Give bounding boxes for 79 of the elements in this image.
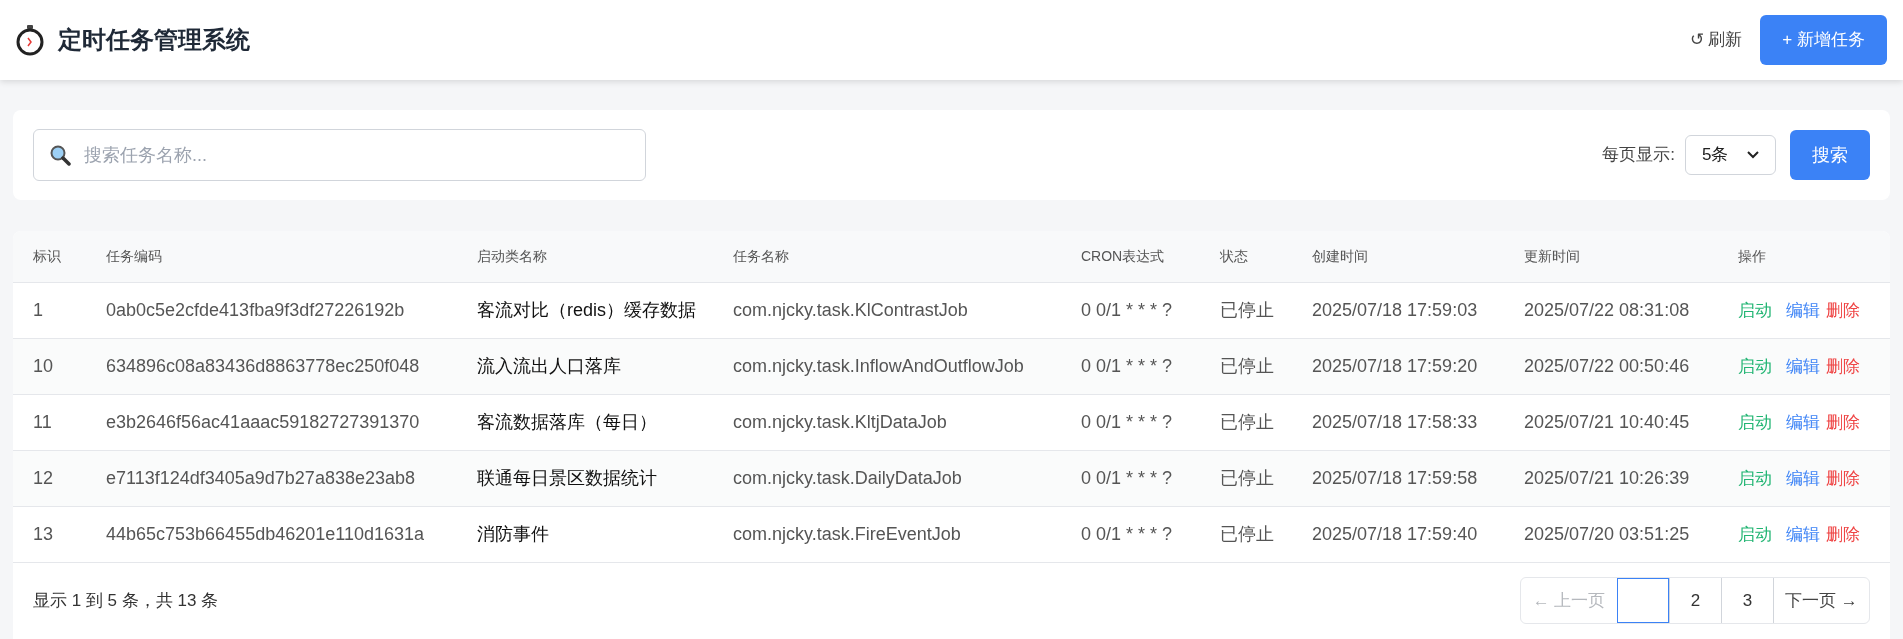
delete-link[interactable]: 删除	[1826, 521, 1860, 548]
table-cell-text: 2025/07/18 17:59:20	[1312, 355, 1479, 378]
table-cell-text: 0 0/1 * * * ?	[1081, 467, 1174, 490]
edit-link[interactable]: 编辑	[1786, 297, 1820, 324]
edit-link[interactable]: 编辑	[1786, 521, 1820, 548]
add-task-button[interactable]: + 新增任务	[1760, 15, 1887, 65]
edit-link[interactable]: 编辑	[1786, 353, 1820, 380]
column-header: 启动类名称	[477, 247, 548, 266]
table-cell-text: 客流对比（redis）缓存数据	[477, 299, 697, 322]
page-button[interactable]: 2	[1669, 578, 1721, 623]
column-header: 任务名称	[733, 247, 790, 266]
column-header: 任务编码	[106, 247, 163, 266]
delete-link[interactable]: 删除	[1826, 465, 1860, 492]
search-button[interactable]: 搜索	[1790, 130, 1870, 180]
table-cell-text: com.njcky.task.DailyDataJob	[733, 467, 963, 490]
table-cell-text: 44b65c753b66455db46201e110d1631a	[106, 523, 425, 546]
pagination-summary: 显示 1 到 5 条，共 13 条	[33, 589, 219, 612]
delete-link[interactable]: 删除	[1826, 353, 1860, 380]
table-cell-text: 消防事件	[477, 523, 550, 546]
table-cell-text: e3b2646f56ac41aaac59182727391370	[106, 411, 421, 434]
table-cell-text: 0 0/1 * * * ?	[1081, 355, 1174, 378]
table-cell-text: 联通每日景区数据统计	[477, 467, 658, 490]
column-header: 创建时间	[1312, 247, 1369, 266]
table-cell-text: 11	[33, 411, 53, 434]
table-cell-text: com.njcky.task.InflowAndOutflowJob	[733, 355, 1025, 378]
page-size-select[interactable]: 5条	[1685, 135, 1776, 175]
table-cell-text: com.njcky.task.KlContrastJob	[733, 299, 969, 322]
table-cell-text: 12	[33, 467, 55, 490]
table-cell-text: 2025/07/22 00:50:46	[1524, 355, 1691, 378]
table-cell-text: 已停止	[1220, 467, 1275, 490]
search-icon	[49, 144, 71, 166]
table-cell-text: 13	[33, 523, 55, 546]
page-button[interactable]: 3	[1721, 578, 1773, 623]
table-cell-text: 0 0/1 * * * ?	[1081, 411, 1174, 434]
table-cell-text: 0ab0c5e2cfde413fba9f3df27226192b	[106, 299, 406, 322]
table-cell-text: 2025/07/18 17:59:40	[1312, 523, 1479, 546]
start-link[interactable]: 启动	[1738, 297, 1772, 324]
column-header: 操作	[1738, 247, 1766, 266]
table-cell-text: 10	[33, 355, 55, 378]
table-cell-text: 0 0/1 * * * ?	[1081, 523, 1174, 546]
column-header: CRON表达式	[1081, 247, 1166, 266]
column-header: 标识	[33, 247, 62, 266]
column-header: 状态	[1220, 247, 1249, 266]
table-cell-text: 已停止	[1220, 299, 1275, 322]
start-link[interactable]: 启动	[1738, 409, 1772, 436]
table-cell-text: 已停止	[1220, 411, 1275, 434]
table-cell-text: 2025/07/18 17:59:58	[1312, 467, 1479, 490]
edit-link[interactable]: 编辑	[1786, 465, 1820, 492]
table-cell-text: 2025/07/21 10:40:45	[1524, 411, 1691, 434]
delete-link[interactable]: 删除	[1826, 297, 1860, 324]
start-link[interactable]: 启动	[1738, 465, 1772, 492]
table-cell-text: 已停止	[1220, 523, 1275, 546]
chevron-down-icon	[1747, 151, 1759, 159]
refresh-button[interactable]: ↺ 刷新	[1689, 27, 1743, 53]
table-cell-text: 1	[33, 299, 44, 322]
table-cell-text: 0 0/1 * * * ?	[1081, 299, 1174, 322]
edit-link[interactable]: 编辑	[1786, 409, 1820, 436]
table-cell-text: 2025/07/18 17:59:03	[1312, 299, 1479, 322]
page-button[interactable]	[1617, 578, 1669, 623]
stopwatch-icon	[16, 24, 44, 56]
table-cell-text: 已停止	[1220, 355, 1275, 378]
table-cell-text: 2025/07/21 10:26:39	[1524, 467, 1691, 490]
app-title: 定时任务管理系统	[58, 25, 250, 55]
table-cell-text: 2025/07/18 17:58:33	[1312, 411, 1479, 434]
start-link[interactable]: 启动	[1738, 521, 1772, 548]
table-cell-text: com.njcky.task.FireEventJob	[733, 523, 962, 546]
table-cell-text: 客流数据落库（每日）	[477, 411, 658, 434]
table-cell-text: 2025/07/22 08:31:08	[1524, 299, 1691, 322]
table-cell-text: e7113f124df3405a9d7b27a838e23ab8	[106, 467, 416, 490]
table-cell-text: com.njcky.task.KltjDataJob	[733, 411, 948, 434]
delete-link[interactable]: 删除	[1826, 409, 1860, 436]
column-header: 更新时间	[1524, 247, 1581, 266]
next-page-button[interactable]: 下一页 →	[1773, 578, 1869, 623]
table-cell-text: 流入流出人口落库	[477, 355, 622, 378]
start-link[interactable]: 启动	[1738, 353, 1772, 380]
table-cell-text: 634896c08a83436d8863778ec250f048	[106, 355, 421, 378]
page-size-label: 每页显示:	[1602, 144, 1675, 167]
table-cell-text: 2025/07/20 03:51:25	[1524, 523, 1691, 546]
search-field[interactable]: 搜索任务名称...	[33, 129, 646, 181]
